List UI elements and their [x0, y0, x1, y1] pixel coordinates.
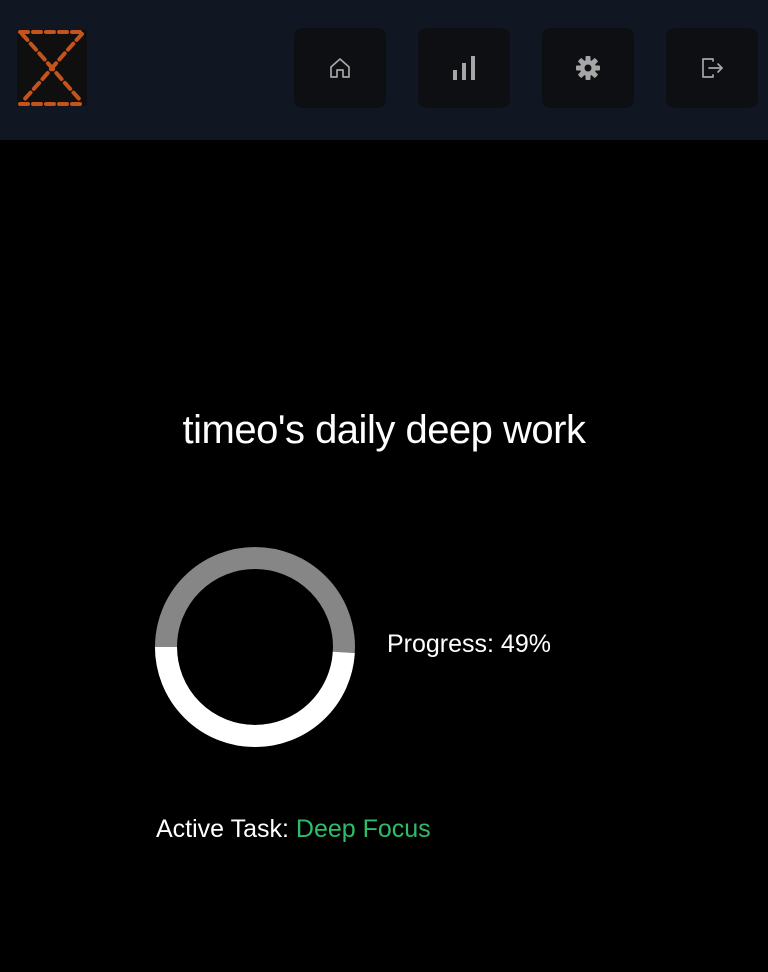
gear-icon — [576, 56, 600, 80]
active-task-label: Active Task: — [156, 815, 289, 843]
statistics-button[interactable] — [418, 28, 510, 108]
active-task-name: Deep Focus — [295, 815, 431, 843]
progress-ring — [155, 547, 355, 747]
active-task-line: Active Task: Deep Focus — [156, 815, 431, 844]
top-navigation-bar — [0, 0, 768, 140]
page-title: timeo's daily deep work — [182, 408, 587, 452]
progress-label: Progress: 49% — [387, 630, 551, 658]
bar-chart-icon — [453, 56, 475, 80]
settings-button[interactable] — [542, 28, 634, 108]
app-root: timeo's daily deep work Progress: 49% Ac… — [0, 0, 768, 972]
logout-icon — [702, 58, 723, 78]
home-button[interactable] — [294, 28, 386, 108]
hourglass-x-logo — [17, 30, 87, 106]
home-icon — [330, 58, 350, 78]
logout-button[interactable] — [666, 28, 758, 108]
